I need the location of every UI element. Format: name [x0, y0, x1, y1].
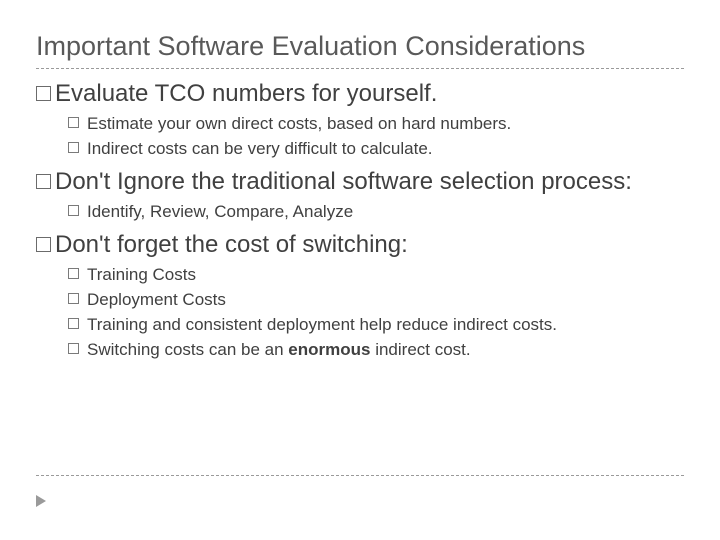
- bullet-1-sub-2: Indirect costs can be very difficult to …: [68, 138, 684, 161]
- square-bullet-icon: [36, 237, 51, 252]
- bullet-1-sub: Estimate your own direct costs, based on…: [68, 113, 684, 161]
- square-bullet-icon: [36, 86, 51, 101]
- bullet-3-sub-3-text: Training and consistent deployment help …: [87, 315, 557, 334]
- bullet-1-text: Evaluate TCO numbers for yourself.: [55, 80, 437, 107]
- slide-title: Important Software Evaluation Considerat…: [36, 30, 684, 62]
- title-divider: [36, 68, 684, 69]
- square-bullet-icon: [68, 142, 79, 153]
- play-arrow-icon: [36, 494, 48, 510]
- bullet-3-sub-2-text: Deployment Costs: [87, 290, 226, 309]
- square-bullet-icon: [68, 268, 79, 279]
- bullet-2-sub-1: Identify, Review, Compare, Analyze: [68, 201, 684, 224]
- bullet-3-sub-1-text: Training Costs: [87, 265, 196, 284]
- bullet-2-sub: Identify, Review, Compare, Analyze: [68, 201, 684, 224]
- bullet-3-sub-4-pre: Switching costs can be an: [87, 340, 288, 359]
- square-bullet-icon: [68, 343, 79, 354]
- bullet-2-sub-1-text: Identify, Review, Compare, Analyze: [87, 202, 353, 221]
- slide-body: Evaluate TCO numbers for yourself. Estim…: [36, 79, 684, 362]
- bullet-3: Don't forget the cost of switching:: [36, 230, 684, 260]
- bullet-3-sub-2: Deployment Costs: [68, 289, 684, 312]
- square-bullet-icon: [36, 174, 51, 189]
- bullet-3-sub-4: Switching costs can be an enormous indir…: [68, 339, 684, 362]
- square-bullet-icon: [68, 293, 79, 304]
- bullet-1-sub-1-text: Estimate your own direct costs, based on…: [87, 114, 511, 133]
- bullet-3-sub: Training Costs Deployment Costs Training…: [68, 264, 684, 362]
- bullet-1: Evaluate TCO numbers for yourself.: [36, 79, 684, 109]
- bullet-3-sub-3: Training and consistent deployment help …: [68, 314, 684, 337]
- bullet-1-sub-2-text: Indirect costs can be very difficult to …: [87, 139, 433, 158]
- bullet-3-text: Don't forget the cost of switching:: [55, 231, 408, 258]
- footer-divider: [36, 475, 684, 476]
- bullet-2-text: Don't Ignore the traditional software se…: [55, 168, 632, 195]
- bullet-2: Don't Ignore the traditional software se…: [36, 167, 684, 197]
- square-bullet-icon: [68, 318, 79, 329]
- square-bullet-icon: [68, 205, 79, 216]
- square-bullet-icon: [68, 117, 79, 128]
- bullet-3-sub-4-strong: enormous: [288, 340, 370, 359]
- bullet-3-sub-4-post: indirect cost.: [370, 340, 470, 359]
- slide: Important Software Evaluation Considerat…: [0, 0, 720, 540]
- bullet-3-sub-1: Training Costs: [68, 264, 684, 287]
- bullet-1-sub-1: Estimate your own direct costs, based on…: [68, 113, 684, 136]
